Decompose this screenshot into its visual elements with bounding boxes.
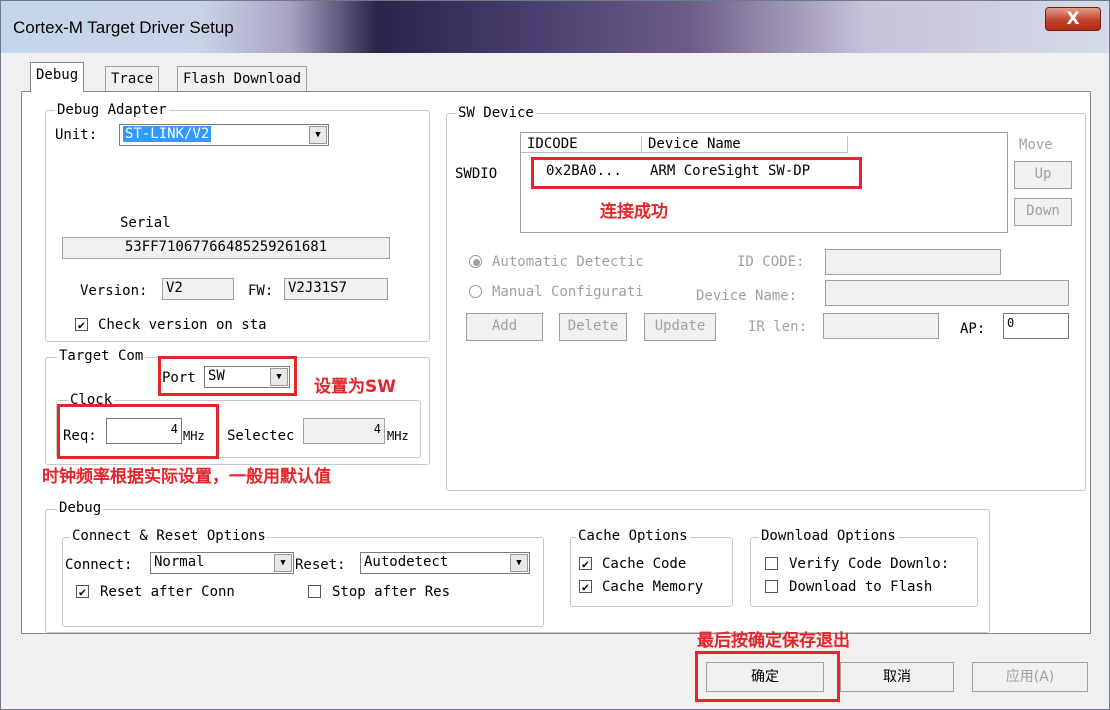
serial-label: Serial xyxy=(120,215,171,231)
tab-trace[interactable]: Trace xyxy=(105,66,160,92)
close-button[interactable]: X xyxy=(1045,7,1101,31)
move-label: Move xyxy=(1019,137,1053,153)
swdio-label: SWDIO xyxy=(455,166,498,182)
cache-memory-checkbox[interactable]: ✔ xyxy=(579,580,592,593)
ap-label: AP: xyxy=(960,321,986,337)
connect-value: Normal xyxy=(154,554,205,570)
id-code-field[interactable] xyxy=(825,249,1001,275)
id-code-label: ID CODE: xyxy=(737,254,805,270)
annotation-clock-note: 时钟频率根据实际设置，一般用默认值 xyxy=(42,467,331,487)
annotation-box-device xyxy=(531,157,862,189)
update-button[interactable]: Update xyxy=(644,313,716,341)
selected-label: Selectec xyxy=(227,428,295,444)
device-name-label: Device Name: xyxy=(696,288,798,304)
chevron-down-icon[interactable]: ▼ xyxy=(274,554,292,572)
annotation-set-sw: 设置为SW xyxy=(314,377,396,397)
connect-label: Connect: xyxy=(65,557,133,573)
add-button[interactable]: Add xyxy=(466,313,543,341)
column-header-idcode[interactable]: IDCODE xyxy=(521,136,642,153)
stop-after-reset-checkbox[interactable] xyxy=(308,585,321,598)
ir-len-label: IR len: xyxy=(748,319,808,335)
sw-device-legend: SW Device xyxy=(456,105,536,121)
delete-button[interactable]: Delete xyxy=(559,313,627,341)
cache-code-label: Cache Code xyxy=(602,556,687,572)
selected-field: 4 xyxy=(303,418,385,444)
reset-select[interactable]: Autodetect ▼ xyxy=(360,552,530,574)
automatic-detection-label: Automatic Detectic xyxy=(492,254,644,270)
unit-label: Unit: xyxy=(55,127,98,143)
fw-field: V2J31S7 xyxy=(284,278,388,300)
reset-value: Autodetect xyxy=(364,554,449,570)
move-up-button[interactable]: Up xyxy=(1014,161,1072,189)
connect-reset-legend: Connect & Reset Options xyxy=(70,528,268,544)
connect-select[interactable]: Normal ▼ xyxy=(150,552,294,574)
cache-code-checkbox[interactable]: ✔ xyxy=(579,557,592,570)
debug-adapter-legend: Debug Adapter xyxy=(55,102,169,118)
reset-after-connect-label: Reset after Conn xyxy=(100,584,235,600)
annotation-save-note: 最后按确定保存退出 xyxy=(697,631,850,651)
annotation-box-ok xyxy=(695,651,840,702)
tab-flash-download[interactable]: Flash Download xyxy=(177,66,308,92)
automatic-detection-radio[interactable] xyxy=(469,255,482,268)
move-down-button[interactable]: Down xyxy=(1014,198,1072,226)
annotation-box-port xyxy=(158,356,297,396)
manual-configuration-radio[interactable] xyxy=(469,285,482,298)
unit-select[interactable]: ST-LINK/V2 ▼ xyxy=(119,124,329,146)
connect-reset-group xyxy=(62,537,544,627)
version-label: Version: xyxy=(80,283,148,299)
selected-mhz: MHz xyxy=(387,429,409,443)
column-header-device-name[interactable]: Device Name xyxy=(642,136,848,153)
download-options-legend: Download Options xyxy=(759,528,898,544)
reset-after-connect-checkbox[interactable]: ✔ xyxy=(76,585,89,598)
reset-label: Reset: xyxy=(295,557,346,573)
apply-button[interactable]: 应用(A) xyxy=(972,662,1088,692)
ir-len-field[interactable] xyxy=(823,313,939,339)
verify-code-checkbox[interactable] xyxy=(765,557,778,570)
manual-configuration-label: Manual Configurati xyxy=(492,284,644,300)
cache-memory-label: Cache Memory xyxy=(602,579,704,595)
check-version-label: Check version on sta xyxy=(98,317,267,333)
verify-code-label: Verify Code Downlo: xyxy=(789,556,950,572)
device-name-field[interactable] xyxy=(825,280,1069,306)
download-to-flash-label: Download to Flash xyxy=(789,579,933,595)
window-title: Cortex-M Target Driver Setup xyxy=(13,18,234,37)
chevron-down-icon[interactable]: ▼ xyxy=(309,126,327,144)
chevron-down-icon[interactable]: ▼ xyxy=(510,554,528,572)
stop-after-reset-label: Stop after Res xyxy=(332,584,451,600)
debug-legend: Debug xyxy=(57,500,104,516)
cache-options-legend: Cache Options xyxy=(576,528,690,544)
fw-label: FW: xyxy=(248,283,274,299)
ap-field[interactable]: 0 xyxy=(1003,313,1069,339)
cancel-button[interactable]: 取消 xyxy=(840,662,954,692)
unit-value: ST-LINK/V2 xyxy=(123,126,212,142)
version-field: V2 xyxy=(162,278,234,300)
download-to-flash-checkbox[interactable] xyxy=(765,580,778,593)
serial-field: 53FF71067766485259261681 xyxy=(62,237,390,259)
annotation-connected: 连接成功 xyxy=(600,202,668,222)
check-version-checkbox[interactable]: ✔ xyxy=(75,318,88,331)
tab-debug[interactable]: Debug xyxy=(30,62,85,92)
target-com-legend: Target Com xyxy=(57,348,146,364)
annotation-box-clock xyxy=(57,404,219,459)
